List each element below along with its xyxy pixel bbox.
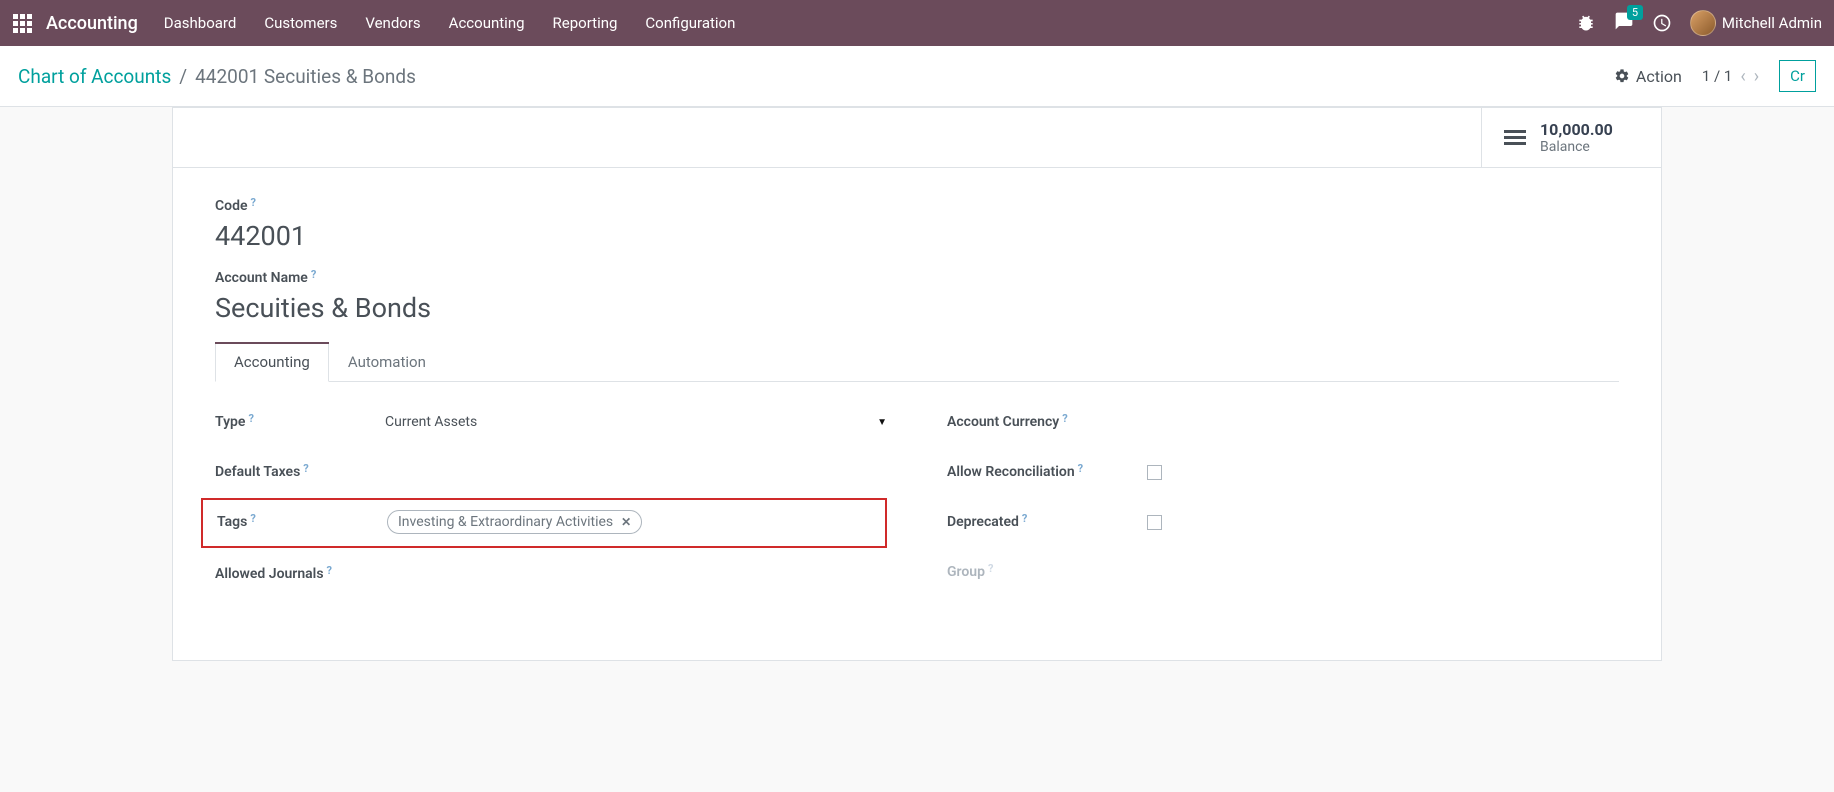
- chevron-down-icon: ▼: [877, 417, 887, 428]
- help-icon[interactable]: ?: [327, 564, 332, 577]
- top-navbar: Accounting Dashboard Customers Vendors A…: [0, 0, 1834, 46]
- deprecated-checkbox[interactable]: [1147, 515, 1162, 530]
- help-icon[interactable]: ?: [303, 462, 308, 475]
- currency-row: Account Currency?: [947, 408, 1619, 436]
- code-value[interactable]: 442001: [215, 220, 1619, 252]
- left-column: Type? Current Assets ▼ Default Taxes? Ta…: [215, 408, 887, 610]
- create-button[interactable]: Cr: [1779, 60, 1816, 92]
- tags-highlight-box: Tags? Investing & Extraordinary Activiti…: [201, 498, 887, 548]
- breadcrumb-root[interactable]: Chart of Accounts: [18, 65, 171, 88]
- tabs: Accounting Automation: [215, 342, 1619, 382]
- stat-row: 10,000.00 Balance: [173, 108, 1661, 168]
- breadcrumb-separator: /: [179, 65, 187, 88]
- clock-icon[interactable]: [1652, 13, 1672, 33]
- pager: 1 / 1 ‹ ›: [1702, 66, 1759, 87]
- help-icon[interactable]: ?: [1022, 512, 1027, 525]
- app-brand[interactable]: Accounting: [46, 13, 138, 34]
- avatar: [1690, 10, 1716, 36]
- tab-automation[interactable]: Automation: [329, 342, 445, 381]
- code-label: Code ?: [215, 198, 1619, 214]
- default-taxes-row: Default Taxes?: [215, 458, 887, 486]
- nav-reporting[interactable]: Reporting: [553, 14, 618, 32]
- name-label: Account Name ?: [215, 270, 1619, 286]
- form-columns: Type? Current Assets ▼ Default Taxes? Ta…: [215, 408, 1619, 610]
- breadcrumb: Chart of Accounts / 442001 Secuities & B…: [18, 65, 416, 88]
- balance-stat[interactable]: 10,000.00 Balance: [1481, 108, 1661, 167]
- deprecated-row: Deprecated?: [947, 508, 1619, 536]
- tab-accounting[interactable]: Accounting: [215, 342, 329, 382]
- nav-accounting[interactable]: Accounting: [449, 14, 525, 32]
- help-icon[interactable]: ?: [1078, 462, 1083, 475]
- allowed-journals-row: Allowed Journals?: [215, 560, 887, 588]
- tag-label: Investing & Extraordinary Activities: [398, 514, 613, 530]
- pager-prev-icon[interactable]: ‹: [1740, 66, 1745, 87]
- help-icon[interactable]: ?: [988, 562, 993, 575]
- balance-label: Balance: [1540, 139, 1613, 155]
- messages-badge: 5: [1627, 5, 1643, 20]
- apps-icon[interactable]: [12, 13, 32, 33]
- control-bar: Chart of Accounts / 442001 Secuities & B…: [0, 46, 1834, 107]
- user-menu[interactable]: Mitchell Admin: [1690, 10, 1822, 36]
- balance-value: 10,000.00: [1540, 120, 1613, 139]
- pager-next-icon[interactable]: ›: [1754, 66, 1759, 87]
- reconcile-row: Allow Reconciliation?: [947, 458, 1619, 486]
- bars-icon: [1504, 130, 1526, 145]
- type-value: Current Assets: [385, 414, 477, 430]
- form-sheet: 10,000.00 Balance Code ? 442001 Account …: [172, 107, 1662, 661]
- tags-row: Tags? Investing & Extraordinary Activiti…: [203, 508, 875, 536]
- help-icon[interactable]: ?: [248, 412, 253, 425]
- help-icon[interactable]: ?: [1062, 412, 1067, 425]
- reconcile-checkbox[interactable]: [1147, 465, 1162, 480]
- action-button[interactable]: Action: [1614, 67, 1682, 86]
- group-row: Group?: [947, 558, 1619, 586]
- control-right: Action 1 / 1 ‹ › Cr: [1614, 60, 1816, 92]
- nav-customers[interactable]: Customers: [264, 14, 337, 32]
- help-icon[interactable]: ?: [250, 512, 255, 525]
- messages-button[interactable]: 5: [1614, 11, 1634, 35]
- pager-text[interactable]: 1 / 1: [1702, 67, 1733, 85]
- action-label: Action: [1636, 67, 1682, 86]
- name-value[interactable]: Secuities & Bonds: [215, 292, 1619, 324]
- form-body: Code ? 442001 Account Name ? Secuities &…: [173, 168, 1661, 660]
- tag-chip[interactable]: Investing & Extraordinary Activities ✕: [387, 510, 642, 534]
- user-name: Mitchell Admin: [1722, 14, 1822, 32]
- nav-menu: Dashboard Customers Vendors Accounting R…: [164, 14, 736, 32]
- type-row: Type? Current Assets ▼: [215, 408, 887, 436]
- nav-configuration[interactable]: Configuration: [645, 14, 735, 32]
- bug-icon[interactable]: [1576, 13, 1596, 33]
- help-icon[interactable]: ?: [311, 268, 316, 281]
- help-icon[interactable]: ?: [251, 196, 256, 209]
- topbar-right: 5 Mitchell Admin: [1576, 10, 1822, 36]
- right-column: Account Currency? Allow Reconciliation? …: [947, 408, 1619, 610]
- close-icon[interactable]: ✕: [621, 515, 631, 529]
- breadcrumb-current: 442001 Secuities & Bonds: [195, 65, 416, 88]
- nav-vendors[interactable]: Vendors: [365, 14, 420, 32]
- tags-input[interactable]: Investing & Extraordinary Activities ✕: [387, 510, 875, 534]
- gear-icon: [1614, 68, 1630, 84]
- type-select[interactable]: Current Assets ▼: [385, 414, 887, 430]
- nav-dashboard[interactable]: Dashboard: [164, 14, 237, 32]
